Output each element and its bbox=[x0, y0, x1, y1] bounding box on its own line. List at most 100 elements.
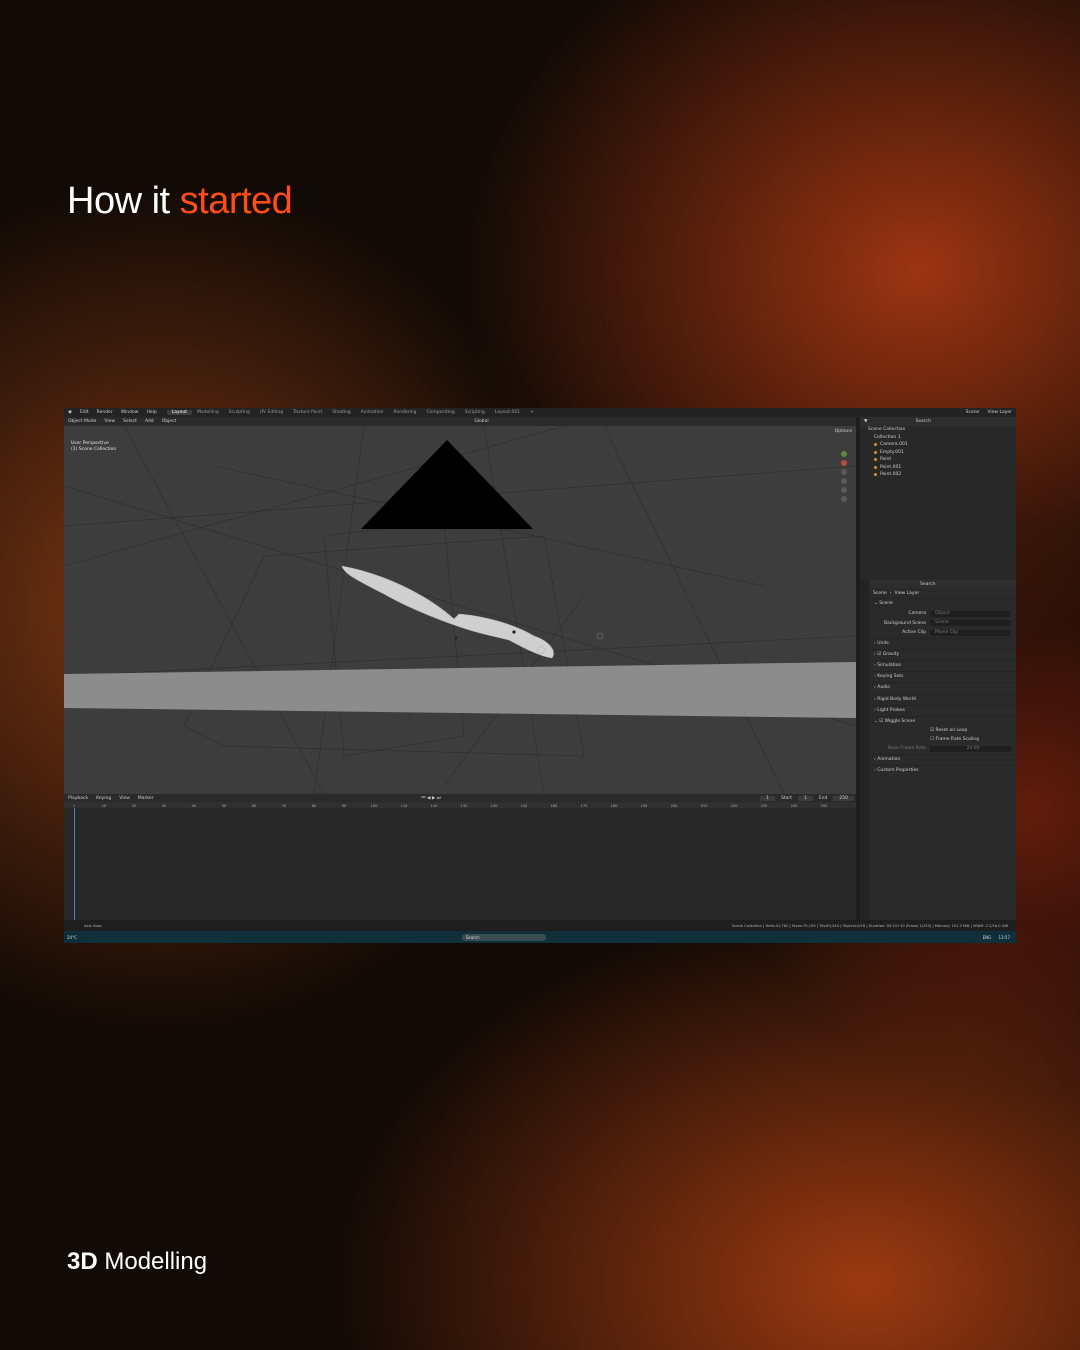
camera-field[interactable]: Object bbox=[930, 610, 1011, 617]
tab-layout-001[interactable]: Layout.001 bbox=[490, 410, 525, 415]
timeline-area[interactable] bbox=[64, 808, 856, 920]
section-label: Audio bbox=[877, 685, 891, 691]
menu-playback[interactable]: Playback bbox=[64, 796, 92, 801]
end-frame-field[interactable]: 250 bbox=[833, 795, 854, 801]
menu-object[interactable]: Object bbox=[158, 419, 181, 424]
section-gravity[interactable]: › ☑ Gravity bbox=[870, 648, 1016, 660]
ground-plane bbox=[64, 662, 856, 718]
menu-keying[interactable]: Keying bbox=[92, 796, 115, 801]
viewport-scene bbox=[64, 426, 856, 794]
section-scene[interactable]: ⌄ Scene bbox=[870, 598, 1016, 609]
headline-accent: started bbox=[179, 180, 293, 222]
navigation-gizmo[interactable] bbox=[837, 448, 851, 505]
active-clip-label: Active Clip bbox=[902, 630, 926, 636]
3d-viewport[interactable]: User Perspective (1) Scene Collection Op… bbox=[64, 426, 856, 794]
empty-icon bbox=[874, 450, 877, 454]
outliner-filter-icon[interactable]: ▼ bbox=[860, 419, 871, 424]
taskbar-tray: ENG 13:57 bbox=[983, 935, 1016, 940]
current-frame-field[interactable]: 1 bbox=[760, 795, 775, 801]
clock[interactable]: 13:57 bbox=[992, 935, 1010, 940]
section-label: Wiggle Scene bbox=[884, 719, 916, 724]
properties-search[interactable]: Search bbox=[920, 582, 935, 587]
language-indicator[interactable]: ENG bbox=[983, 935, 992, 940]
properties-tabs[interactable] bbox=[860, 580, 869, 920]
breadcrumb: Scene › View Layer bbox=[873, 590, 920, 596]
outliner-item-label: Point.001 bbox=[880, 464, 902, 470]
outliner-search[interactable]: Search bbox=[911, 419, 934, 424]
section-wiggle-scene[interactable]: ⌄ ☑ Wiggle Scene bbox=[870, 716, 1016, 727]
tab-uv-editing[interactable]: UV Editing bbox=[255, 410, 288, 415]
background-scene-field[interactable]: Scene bbox=[930, 620, 1011, 627]
scene-selector[interactable]: Scene bbox=[962, 410, 984, 415]
orientation-dropdown[interactable]: Global bbox=[470, 419, 492, 424]
menu-add[interactable]: Add bbox=[141, 419, 158, 424]
tab-texture-paint[interactable]: Texture Paint bbox=[288, 410, 327, 415]
tab-modelling[interactable]: Modelling bbox=[192, 410, 224, 415]
camera-icon[interactable] bbox=[841, 487, 847, 493]
menu-timeline-view[interactable]: View bbox=[115, 796, 134, 801]
timeline-header: Playback Keying View Marker ⏮ ◀ ▶ ⏭ 1 St… bbox=[64, 794, 856, 802]
taskbar-search[interactable]: Search bbox=[461, 933, 546, 941]
playhead[interactable] bbox=[74, 808, 75, 920]
menu-marker[interactable]: Marker bbox=[134, 796, 158, 801]
axis-z-icon[interactable] bbox=[841, 451, 847, 457]
base-frame-rate-field[interactable]: 24.00 bbox=[930, 745, 1011, 752]
blender-screenshot: ◉ Edit Render Window Help Layout Modelli… bbox=[64, 408, 1016, 943]
section-label: Gravity bbox=[882, 651, 900, 657]
menu-window[interactable]: Window bbox=[117, 410, 143, 415]
view-layer-selector[interactable]: View Layer bbox=[983, 410, 1016, 415]
menu-render[interactable]: Render bbox=[93, 410, 117, 415]
section-animation[interactable]: › Animation bbox=[870, 753, 1016, 765]
tab-rendering[interactable]: Rendering bbox=[389, 410, 422, 415]
start-frame-field[interactable]: 1 bbox=[797, 795, 813, 801]
section-keying-sets[interactable]: › Keying Sets bbox=[870, 671, 1016, 682]
light-icon bbox=[874, 465, 877, 469]
section-label: Simulation bbox=[877, 663, 902, 669]
outliner-item[interactable]: Scene Collection bbox=[860, 426, 1016, 434]
section-units[interactable]: › Units bbox=[870, 637, 1016, 649]
outliner-item[interactable]: Camera.001 bbox=[860, 441, 1016, 449]
outliner-item[interactable]: Point bbox=[860, 456, 1016, 464]
section-custom-properties[interactable]: › Custom Properties bbox=[870, 764, 1016, 776]
zoom-icon[interactable] bbox=[841, 469, 847, 475]
section-audio[interactable]: › Audio bbox=[870, 682, 1016, 693]
hand-icon[interactable] bbox=[841, 478, 847, 484]
properties-panel: Search Scene › View Layer ⌄ Scene Camera… bbox=[860, 580, 1016, 920]
outliner: ▼ Search Scene Collection Collection 1 C… bbox=[860, 417, 1016, 580]
outliner-item[interactable]: Collection 1 bbox=[860, 434, 1016, 442]
knife-model bbox=[341, 565, 554, 659]
tab-animation[interactable]: Animation bbox=[356, 410, 389, 415]
section-rigid-body[interactable]: › Rigid Body World bbox=[870, 693, 1016, 705]
section-light-probes[interactable]: › Light Probes bbox=[870, 704, 1016, 716]
axis-x-icon[interactable] bbox=[841, 460, 847, 466]
footer-rest: Modelling bbox=[97, 1248, 208, 1275]
options-button[interactable]: Options bbox=[835, 429, 852, 434]
frame-rate-scaling-checkbox[interactable]: ☐ Frame Rate Scaling bbox=[870, 736, 1016, 745]
tab-sculpting[interactable]: Sculpting bbox=[224, 410, 255, 415]
menu-select[interactable]: Select bbox=[119, 419, 141, 424]
tab-compositing[interactable]: Compositing bbox=[422, 410, 460, 415]
tab-shading[interactable]: Shading bbox=[327, 410, 355, 415]
top-menu-bar: ◉ Edit Render Window Help Layout Modelli… bbox=[64, 408, 1016, 417]
reset-on-loop-checkbox[interactable]: ☑ Reset on Loop bbox=[870, 727, 1016, 736]
outliner-item[interactable]: Point.001 bbox=[860, 464, 1016, 472]
status-bar: Axis Snap Scene Collection | Verts:41,76… bbox=[64, 920, 1016, 931]
menu-help[interactable]: Help bbox=[142, 410, 160, 415]
outliner-item[interactable]: Point.002 bbox=[860, 471, 1016, 479]
playback-controls-icon[interactable]: ⏮ ◀ ▶ ⏭ bbox=[417, 795, 444, 801]
active-clip-field[interactable]: Movie Clip bbox=[930, 629, 1011, 636]
outliner-item[interactable]: Empty.001 bbox=[860, 449, 1016, 457]
grid-icon[interactable] bbox=[841, 496, 847, 502]
section-simulation[interactable]: › Simulation bbox=[870, 660, 1016, 671]
tab-layout[interactable]: Layout bbox=[166, 410, 193, 415]
blender-logo-icon[interactable]: ◉ bbox=[64, 410, 76, 415]
mode-dropdown[interactable]: Object Mode bbox=[64, 419, 100, 424]
menu-view[interactable]: View bbox=[100, 419, 119, 424]
menu-edit[interactable]: Edit bbox=[76, 410, 93, 415]
tab-scripting[interactable]: Scripting bbox=[460, 410, 490, 415]
light-icon bbox=[874, 473, 877, 477]
camera-icon bbox=[874, 443, 877, 447]
add-workspace-icon[interactable]: + bbox=[525, 410, 539, 415]
weather-temp[interactable]: 24°C bbox=[64, 935, 77, 940]
camera-label: Camera bbox=[908, 611, 926, 617]
